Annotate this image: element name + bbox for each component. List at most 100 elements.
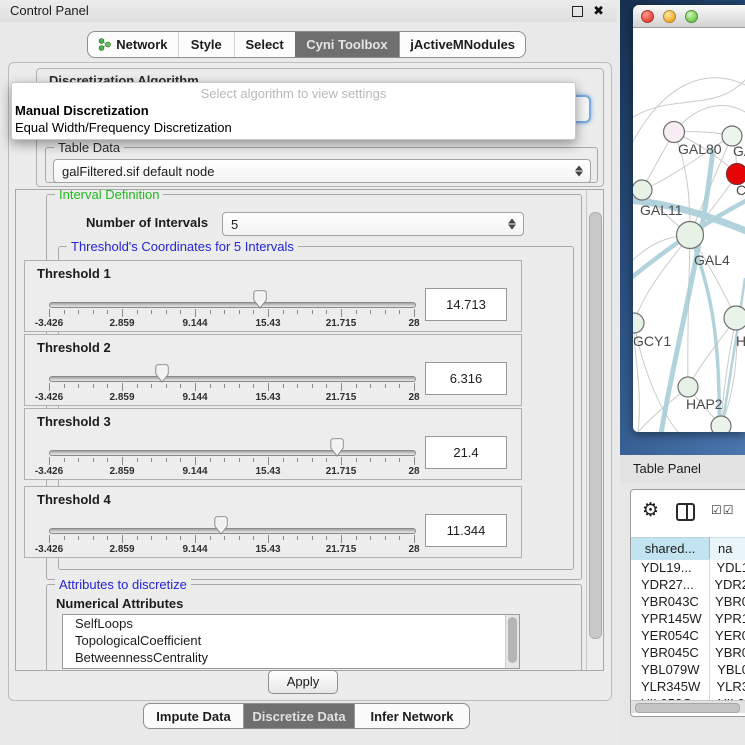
cell-shared-name[interactable]: YER054C (631, 627, 707, 644)
cell-shared-name[interactable]: YDL19... (631, 559, 708, 576)
node-h[interactable] (724, 306, 745, 330)
popup-item-equal-width-frequency[interactable]: Equal Width/Frequency Discretization (15, 120, 572, 136)
threshold-value-field[interactable]: 14.713 (425, 288, 507, 321)
cell-name[interactable]: YBR0 (707, 593, 745, 610)
tab-network[interactable]: Network (88, 32, 179, 57)
slider-tick-label: 15.43 (255, 318, 280, 329)
threshold-slider-thumb[interactable] (253, 290, 267, 309)
threshold-value-field[interactable]: 21.4 (425, 436, 507, 469)
tab-discretize-data[interactable]: Discretize Data (244, 704, 354, 728)
network-view-window[interactable]: GAL80 GA C GAL11 GAL4 GCY1 H HAP2 (633, 5, 745, 432)
table-row[interactable]: YLR345WYLR3 (631, 678, 745, 695)
tab-jactivemnodules[interactable]: jActiveMNodules (399, 32, 525, 57)
cell-shared-name[interactable]: YLR345W (631, 678, 708, 695)
threshold-value-field[interactable]: 6.316 (425, 362, 507, 395)
cell-name[interactable]: YDL1 (708, 559, 745, 576)
tab-select[interactable]: Select (235, 32, 295, 57)
tab-jactivemnodules-label: jActiveMNodules (410, 37, 515, 52)
cell-shared-name[interactable]: YBR043C (631, 593, 707, 610)
table-row[interactable]: YER054CYER0 (631, 627, 745, 644)
numerical-attributes-list: SelfLoopsTopologicalCoefficientBetweenne… (62, 614, 520, 669)
attributes-list-scrollbar-thumb[interactable] (508, 617, 517, 663)
column-header-name[interactable]: na (710, 537, 745, 560)
cell-name[interactable]: YPR1 (707, 610, 745, 627)
cell-shared-name[interactable]: YBR045C (631, 644, 707, 661)
slider-tick-label: 21.715 (326, 544, 357, 555)
popup-item-manual-discretization[interactable]: Manual Discretization (15, 103, 572, 119)
tab-network-label: Network (116, 37, 167, 52)
settings-vertical-scrollbar[interactable] (586, 190, 603, 670)
tab-cyni-toolbox[interactable]: Cyni Toolbox (295, 32, 400, 57)
cell-name[interactable]: YBL0 (709, 661, 745, 678)
threshold-slider-thumb[interactable] (214, 516, 228, 535)
tab-impute-data[interactable]: Impute Data (144, 704, 244, 728)
cell-name[interactable]: YBR0 (707, 644, 745, 661)
slider-tick-label: 28 (408, 466, 419, 477)
table-row[interactable]: YBR043CYBR0 (631, 593, 745, 610)
attributes-group-title: Attributes to discretize (55, 577, 191, 592)
apply-button[interactable]: Apply (268, 670, 338, 694)
threshold-slider-thumb[interactable] (330, 438, 344, 457)
slider-tick-labels: -3.4262.8599.14415.4321.71528 (49, 544, 414, 555)
table-data-combobox[interactable]: galFiltered.sif default node (53, 159, 591, 183)
slider-tick-labels: -3.4262.8599.14415.4321.71528 (49, 392, 414, 403)
node-gal11[interactable] (633, 180, 652, 200)
slider-tick-labels: -3.4262.8599.14415.4321.71528 (49, 318, 414, 329)
cell-shared-name[interactable]: YBL079W (631, 661, 709, 678)
attributes-list-scrollbar[interactable] (505, 615, 519, 668)
settings-scrollbar-thumb[interactable] (589, 212, 602, 639)
node-hap2[interactable] (678, 377, 698, 397)
node-gal80[interactable] (664, 122, 685, 143)
cell-name[interactable]: YLR3 (708, 678, 745, 695)
number-of-intervals-combobox[interactable]: 5 (222, 212, 524, 236)
table-rows: YDL19...YDL1YDR27...YDR2YBR043CYBR0YPR14… (631, 559, 745, 700)
cell-shared-name[interactable]: YPR145W (631, 610, 707, 627)
tab-style-label: Style (191, 37, 222, 52)
threshold-slider-track[interactable] (49, 376, 416, 382)
threshold-slider-track[interactable] (49, 450, 416, 456)
attribute-list-item[interactable]: TopologicalCoefficient (63, 632, 519, 649)
cell-name[interactable]: YER0 (707, 627, 745, 644)
label-gal11: GAL11 (640, 202, 683, 218)
slider-tick-label: 15.43 (255, 544, 280, 555)
algorithm-dropdown-popup: Select algorithm to view settings Manual… (11, 82, 576, 140)
tab-infer-network[interactable]: Infer Network (354, 704, 469, 728)
threshold-value-field[interactable]: 11.344 (425, 514, 507, 547)
table-row[interactable]: YPR145WYPR1 (631, 610, 745, 627)
close-icon[interactable]: ✖ (593, 0, 604, 22)
node-bottom[interactable] (711, 416, 731, 432)
slider-tick-label: 9.144 (182, 318, 207, 329)
column-header-shared[interactable]: shared... (631, 537, 710, 560)
table-row[interactable]: YDL19...YDL1 (631, 559, 745, 576)
float-window-icon[interactable] (572, 6, 583, 17)
attribute-list-item[interactable]: BetweennessCentrality (63, 649, 519, 666)
minimize-traffic-light[interactable] (663, 10, 676, 23)
cell-shared-name[interactable]: YDR27... (631, 576, 706, 593)
threshold-slider-track[interactable] (49, 302, 416, 308)
slider-tick-label: -3.426 (35, 466, 63, 477)
table-hscrollbar-thumb[interactable] (635, 703, 740, 713)
zoom-traffic-light[interactable] (685, 10, 698, 23)
table-horizontal-scrollbar[interactable] (631, 700, 745, 713)
slider-tick-label: 15.43 (255, 392, 280, 403)
threshold-slider-thumb[interactable] (155, 364, 169, 383)
table-row[interactable]: YBL079WYBL0 (631, 661, 745, 678)
label-c: C (736, 182, 745, 198)
numerical-attributes-items: SelfLoopsTopologicalCoefficientBetweenne… (63, 615, 519, 666)
table-row[interactable]: YBR045CYBR0 (631, 644, 745, 661)
threshold-slider-track[interactable] (49, 528, 416, 534)
network-canvas[interactable]: GAL80 GA C GAL11 GAL4 GCY1 H HAP2 (633, 28, 745, 432)
node-gcy1[interactable] (633, 313, 644, 333)
gear-icon[interactable]: ⚙ (642, 499, 659, 522)
select-columns-checkboxes-icon[interactable]: ☑☑ (711, 503, 735, 517)
network-window-titlebar[interactable] (633, 5, 745, 28)
column-chooser-icon[interactable] (676, 503, 695, 521)
close-traffic-light[interactable] (641, 10, 654, 23)
tab-style[interactable]: Style (179, 32, 235, 57)
label-gal4: GAL4 (694, 252, 730, 268)
table-panel-title: Table Panel (633, 461, 701, 476)
node-gal4[interactable] (677, 222, 704, 249)
attribute-list-item[interactable]: SelfLoops (63, 615, 519, 632)
table-row[interactable]: YDR27...YDR2 (631, 576, 745, 593)
cell-name[interactable]: YDR2 (706, 576, 745, 593)
